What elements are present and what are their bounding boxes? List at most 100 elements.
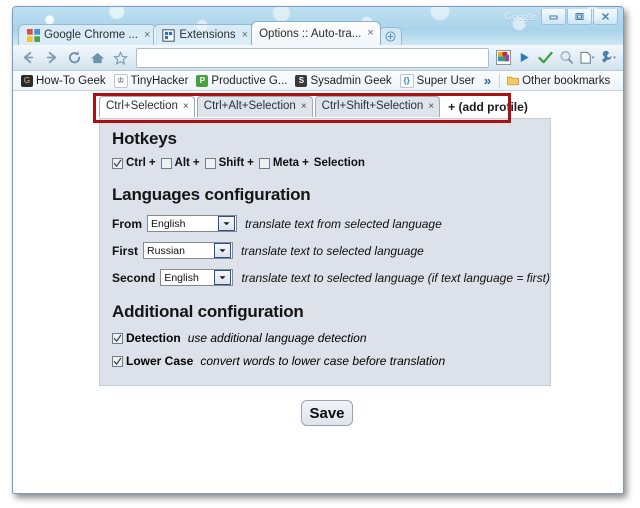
first-description: translate text to selected language bbox=[241, 243, 424, 258]
window-watermark: Google bbox=[504, 12, 537, 23]
browser-tab-title: Options :: Auto-tra... bbox=[259, 27, 362, 40]
shift-checkbox[interactable] bbox=[204, 157, 216, 169]
add-profile-link[interactable]: + (add profile) bbox=[448, 100, 528, 117]
bookmarks-overflow-chevron[interactable]: » bbox=[479, 73, 496, 88]
new-tab-button[interactable] bbox=[378, 27, 402, 45]
other-bookmarks-label: Other bookmarks bbox=[522, 74, 611, 87]
profile-tab-label: Ctrl+Selection bbox=[106, 100, 178, 112]
language-row-from: From English translate text from selecte… bbox=[112, 215, 550, 232]
superuser-icon: {} bbox=[399, 73, 414, 88]
profile-tab-ctrl-shift-selection[interactable]: Ctrl+Shift+Selection × bbox=[314, 96, 441, 117]
browser-tab-2[interactable]: Options :: Auto-tra... × bbox=[251, 21, 381, 45]
howtogeek-icon: G bbox=[21, 74, 33, 87]
second-language-select[interactable]: English bbox=[160, 269, 234, 286]
sysadmin-geek-icon: S bbox=[295, 74, 308, 87]
bookmark-label: How-To Geek bbox=[36, 74, 106, 87]
language-row-first: First Russian translate text to selected… bbox=[112, 242, 550, 259]
page-viewport: Ctrl+Selection × Ctrl+Alt+Selection × Ct… bbox=[13, 91, 623, 493]
hotkeys-heading: Hotkeys bbox=[112, 129, 177, 148]
chevron-down-icon[interactable] bbox=[214, 270, 232, 285]
wrench-menu-icon[interactable] bbox=[598, 48, 619, 68]
from-language-value: English bbox=[151, 217, 186, 230]
plus-separator: + bbox=[192, 157, 200, 169]
from-language-select[interactable]: English bbox=[147, 215, 237, 232]
back-icon[interactable] bbox=[17, 47, 40, 68]
profile-tab-label: Ctrl+Alt+Selection bbox=[203, 100, 296, 112]
alt-checkbox[interactable] bbox=[160, 157, 172, 169]
bookmarks-separator bbox=[499, 73, 501, 88]
second-description: translate text to selected language (if … bbox=[241, 270, 550, 285]
bookmark-item-tinyhacker[interactable]: ♔ TinyHacker bbox=[110, 72, 193, 89]
forward-icon[interactable] bbox=[40, 47, 63, 68]
browser-toolbar bbox=[13, 45, 623, 71]
close-icon[interactable]: × bbox=[144, 29, 150, 41]
profile-tab-ctrl-alt-selection[interactable]: Ctrl+Alt+Selection × bbox=[196, 96, 313, 117]
selection-label: Selection bbox=[313, 157, 365, 169]
second-language-value: English bbox=[164, 271, 199, 284]
close-icon[interactable]: × bbox=[428, 101, 434, 112]
first-language-select[interactable]: Russian bbox=[143, 242, 234, 259]
color-squares-extension-icon[interactable] bbox=[493, 48, 514, 68]
close-icon[interactable]: × bbox=[183, 101, 189, 112]
browser-window: Google Google Chrome ... × Extensions × … bbox=[12, 6, 624, 494]
browser-tab-1[interactable]: Extensions × bbox=[153, 24, 256, 45]
other-bookmarks-folder[interactable]: Other bookmarks bbox=[503, 72, 614, 89]
profile-tab-label: Ctrl+Shift+Selection bbox=[321, 100, 424, 112]
profile-tab-ctrl-selection[interactable]: Ctrl+Selection × bbox=[99, 96, 195, 117]
plus-separator: + bbox=[148, 157, 156, 169]
from-label: From bbox=[112, 216, 142, 231]
additional-heading: Additional configuration bbox=[112, 302, 304, 321]
browser-tab-title: Google Chrome ... bbox=[44, 29, 138, 41]
bookmark-item-sysadmin-geek[interactable]: S Sysadmin Geek bbox=[291, 72, 395, 89]
page-menu-icon[interactable] bbox=[577, 48, 598, 68]
close-icon[interactable]: × bbox=[301, 101, 307, 112]
ctrl-checkbox[interactable] bbox=[112, 157, 123, 169]
first-language-value: Russian bbox=[147, 244, 185, 257]
profile-tab-row: Ctrl+Selection × Ctrl+Alt+Selection × Ct… bbox=[99, 96, 528, 117]
second-label: Second bbox=[112, 270, 156, 285]
shift-label: Shift bbox=[218, 157, 245, 169]
bookmark-label: TinyHacker bbox=[130, 74, 189, 87]
window-controls bbox=[541, 9, 618, 25]
address-bar[interactable] bbox=[136, 47, 489, 68]
chevron-down-icon[interactable] bbox=[218, 216, 235, 231]
bookmark-item-how-to-geek[interactable]: G How-To Geek bbox=[17, 72, 110, 89]
language-row-second: Second English translate text to selecte… bbox=[112, 269, 550, 286]
extensions-icon bbox=[161, 28, 175, 42]
detection-checkbox[interactable] bbox=[112, 332, 123, 344]
hotkeys-modifier-row: Ctrl + Alt + Shift + Meta + Selection bbox=[112, 157, 550, 169]
chevron-down-icon[interactable] bbox=[214, 243, 232, 258]
maximize-button[interactable] bbox=[567, 9, 592, 25]
lower-case-row: Lower Case convert words to lower case b… bbox=[112, 354, 550, 368]
bookmark-item-productive-geek[interactable]: P Productive G... bbox=[192, 72, 291, 89]
meta-checkbox[interactable] bbox=[258, 157, 270, 169]
close-icon[interactable]: × bbox=[242, 29, 248, 41]
magnifier-extension-icon[interactable] bbox=[556, 48, 577, 68]
play-extension-icon[interactable] bbox=[514, 48, 535, 68]
close-button[interactable] bbox=[593, 9, 618, 25]
detection-row: Detection use additional language detect… bbox=[112, 331, 550, 345]
save-button[interactable]: Save bbox=[301, 400, 353, 426]
browser-tab-title: Extensions bbox=[179, 29, 236, 41]
tinyhacker-icon: ♔ bbox=[113, 73, 128, 88]
lower-case-description: convert words to lower case before trans… bbox=[200, 354, 446, 368]
browser-tab-0[interactable]: Google Chrome ... × bbox=[18, 24, 158, 45]
plus-separator: + bbox=[247, 157, 254, 169]
first-label: First bbox=[112, 243, 139, 258]
detection-description: use additional language detection bbox=[187, 331, 367, 345]
ctrl-label: Ctrl bbox=[126, 157, 146, 169]
options-panel: Hotkeys Ctrl + Alt + Shift + Meta + Sele… bbox=[99, 118, 551, 386]
minimize-button[interactable] bbox=[541, 9, 566, 25]
checkmark-extension-icon[interactable] bbox=[535, 48, 556, 68]
detection-label: Detection bbox=[126, 331, 181, 345]
bookmark-label: Productive G... bbox=[211, 74, 288, 87]
reload-icon[interactable] bbox=[63, 47, 86, 68]
bookmark-item-super-user[interactable]: {} Super User bbox=[396, 72, 479, 89]
bookmark-star-icon[interactable] bbox=[109, 47, 132, 68]
lower-case-checkbox[interactable] bbox=[112, 355, 123, 367]
browser-tabstrip: Google Chrome ... × Extensions × Options… bbox=[18, 21, 402, 45]
close-icon[interactable]: × bbox=[367, 28, 373, 39]
bookmarks-bar: G How-To Geek ♔ TinyHacker P Productive … bbox=[13, 71, 623, 91]
home-icon[interactable] bbox=[86, 47, 109, 68]
plus-separator: + bbox=[302, 157, 309, 169]
